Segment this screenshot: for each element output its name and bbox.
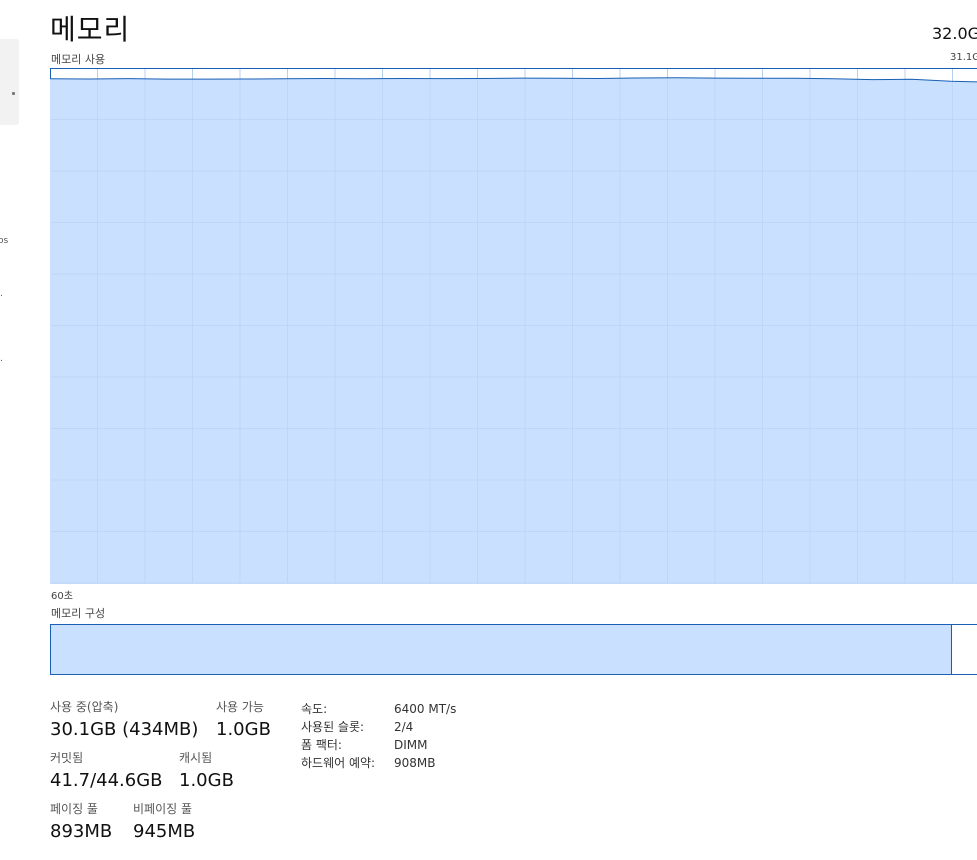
property-row-form-factor: 폼 팩터: DIMM [301, 736, 456, 754]
stat-paged-pool-label: 페이징 풀 [50, 802, 98, 816]
stat-committed-label: 커밋됨 [50, 751, 84, 765]
stat-paged-pool: 페이징 풀 893MB [50, 800, 112, 842]
property-value: DIMM [394, 738, 428, 752]
property-value: 2/4 [394, 720, 414, 734]
memory-usage-max-label: 31.1GB [950, 52, 977, 63]
property-key: 폼 팩터: [301, 738, 342, 752]
stat-non-paged-pool-label: 비페이징 풀 [133, 802, 193, 816]
stat-non-paged-pool: 비페이징 풀 945MB [133, 800, 195, 842]
page-title: 메모리 [50, 13, 131, 46]
stat-available-label: 사용 가능 [216, 700, 264, 714]
memory-usage-chart [50, 68, 977, 584]
memory-usage-label: 메모리 사용 [51, 53, 106, 66]
stat-committed-value: 41.7/44.6GB [50, 770, 163, 791]
stat-available: 사용 가능 1.0GB [216, 698, 271, 740]
memory-performance-panel: os . . 메모리 32.0GB 메모리 사용 31.1GB 60초 메모리 … [0, 0, 977, 860]
sidebar-item-memory-selected[interactable] [0, 39, 19, 125]
chevron-icon [12, 92, 15, 95]
stat-in-use-value: 30.1GB (434MB) [50, 719, 199, 740]
memory-composition-label: 메모리 구성 [51, 607, 106, 620]
stat-committed: 커밋됨 41.7/44.6GB [50, 749, 163, 791]
stat-cached-value: 1.0GB [179, 770, 234, 791]
memory-composition-bar [50, 624, 977, 675]
memory-properties: 속도: 6400 MT/s 사용된 슬롯: 2/4 폼 팩터: DIMM 하드웨어 예… [301, 700, 456, 772]
stat-cached-label: 캐시됨 [179, 751, 213, 765]
memory-usage-area [50, 77, 977, 584]
stat-in-use-label: 사용 중(압축) [50, 700, 119, 714]
stat-in-use: 사용 중(압축) 30.1GB (434MB) [50, 698, 198, 740]
property-value: 6400 MT/s [394, 702, 457, 716]
property-value: 908MB [394, 756, 436, 770]
property-key: 하드웨어 예약: [301, 756, 376, 770]
property-key: 속도: [301, 702, 328, 716]
memory-usage-graph [50, 68, 977, 584]
property-row-slots-used: 사용된 슬롯: 2/4 [301, 718, 456, 736]
sidebar-text-fragment: . [0, 289, 3, 299]
stat-available-value: 1.0GB [216, 719, 271, 740]
sidebar-text-fragment: . [0, 354, 3, 364]
property-key: 사용된 슬롯: [301, 720, 365, 734]
memory-composition-in-use [51, 625, 953, 674]
stat-cached: 캐시됨 1.0GB [179, 749, 234, 791]
property-row-hardware-reserved: 하드웨어 예약: 908MB [301, 754, 456, 772]
sidebar-edge: os . . [0, 0, 20, 860]
property-row-speed: 속도: 6400 MT/s [301, 700, 456, 718]
total-memory-capacity: 32.0GB [932, 24, 977, 43]
time-axis-label: 60초 [51, 591, 73, 602]
sidebar-text-fragment: os [0, 236, 9, 246]
stat-paged-pool-value: 893MB [50, 821, 113, 842]
stat-non-paged-pool-value: 945MB [133, 821, 196, 842]
